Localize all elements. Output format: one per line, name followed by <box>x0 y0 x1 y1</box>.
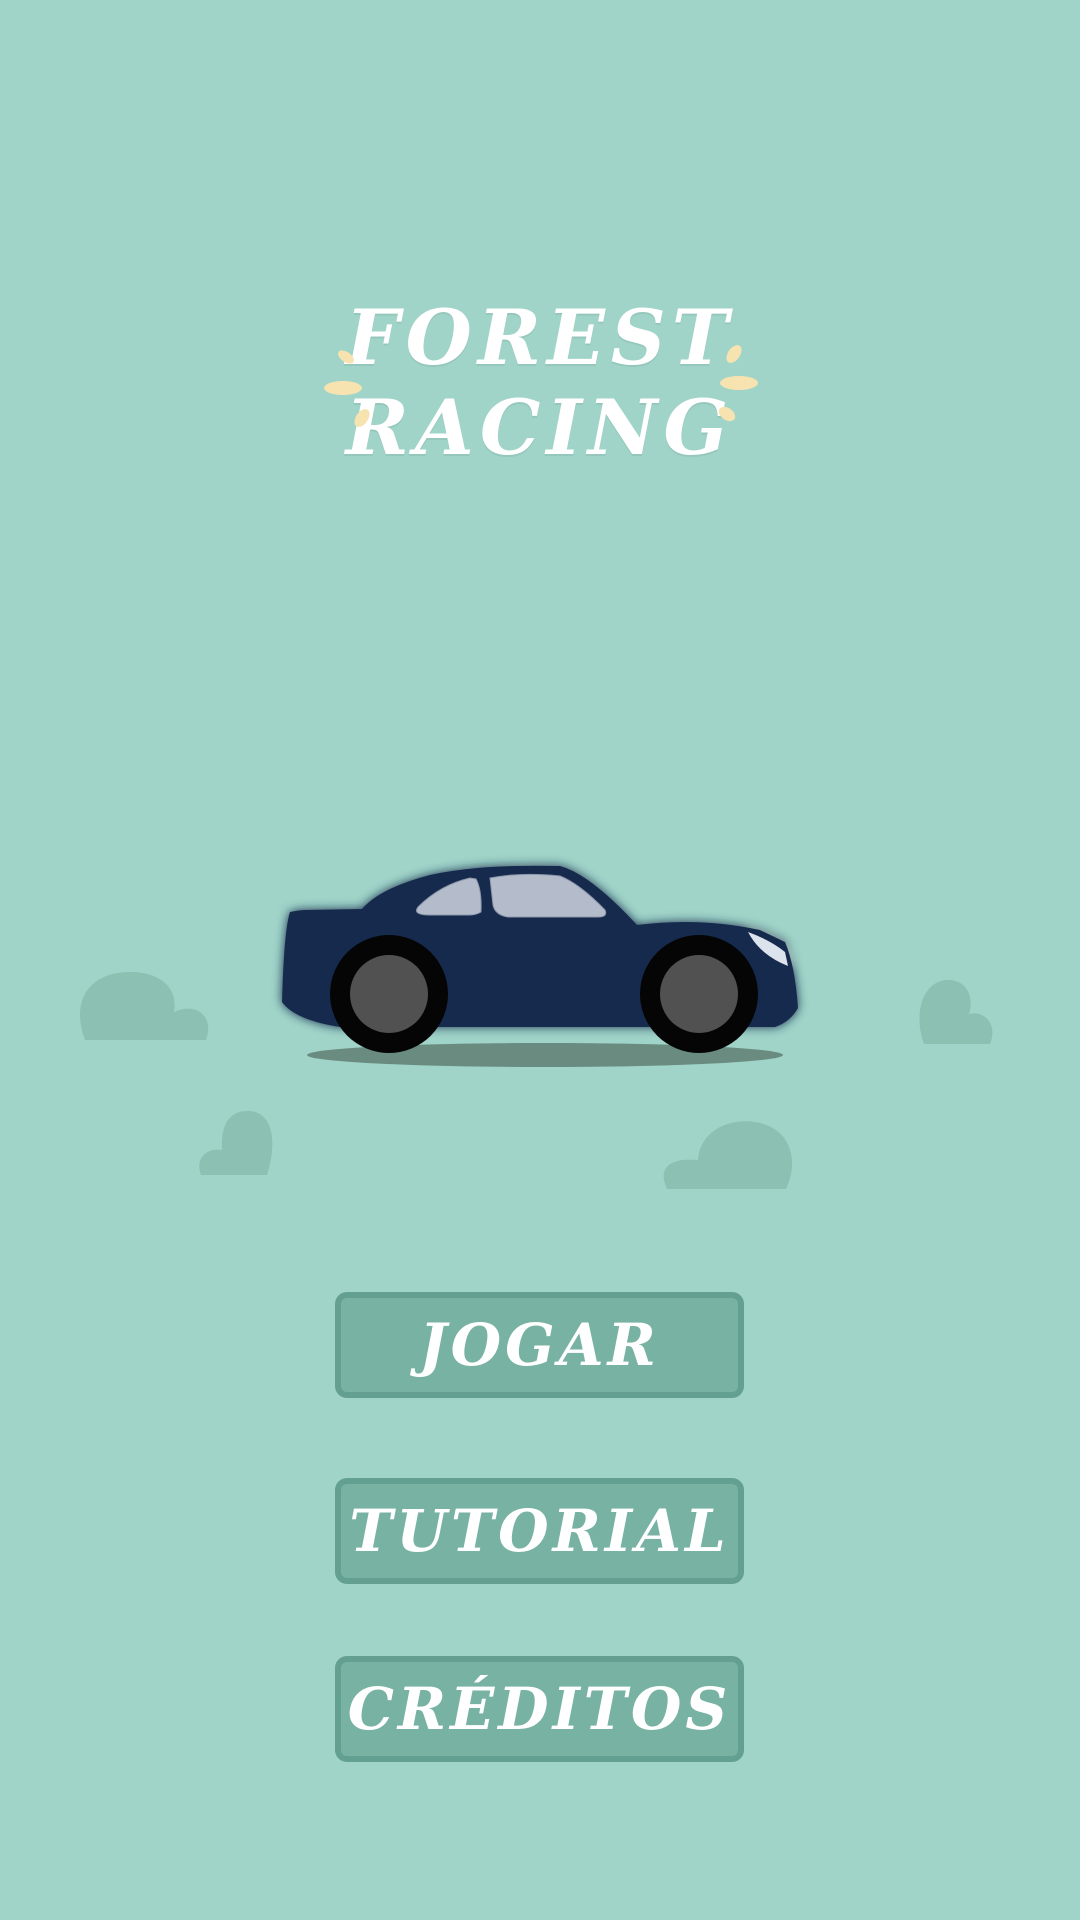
bush-left <box>80 972 209 1040</box>
car-front-wheel <box>640 935 758 1053</box>
bush-right <box>919 980 993 1044</box>
car-scene <box>80 865 993 1189</box>
car-rear-wheel <box>330 935 448 1053</box>
credits-button[interactable]: CRÉDITOS <box>335 1656 744 1762</box>
tutorial-button[interactable]: TUTORIAL <box>335 1478 744 1584</box>
bush-bottom-right <box>663 1121 793 1189</box>
main-menu-screen: FOREST RACING JOGAR TUTORIAL CRÉDITOS <box>0 0 1080 1920</box>
play-button[interactable]: JOGAR <box>335 1292 744 1398</box>
bush-bottom-left <box>199 1110 273 1175</box>
